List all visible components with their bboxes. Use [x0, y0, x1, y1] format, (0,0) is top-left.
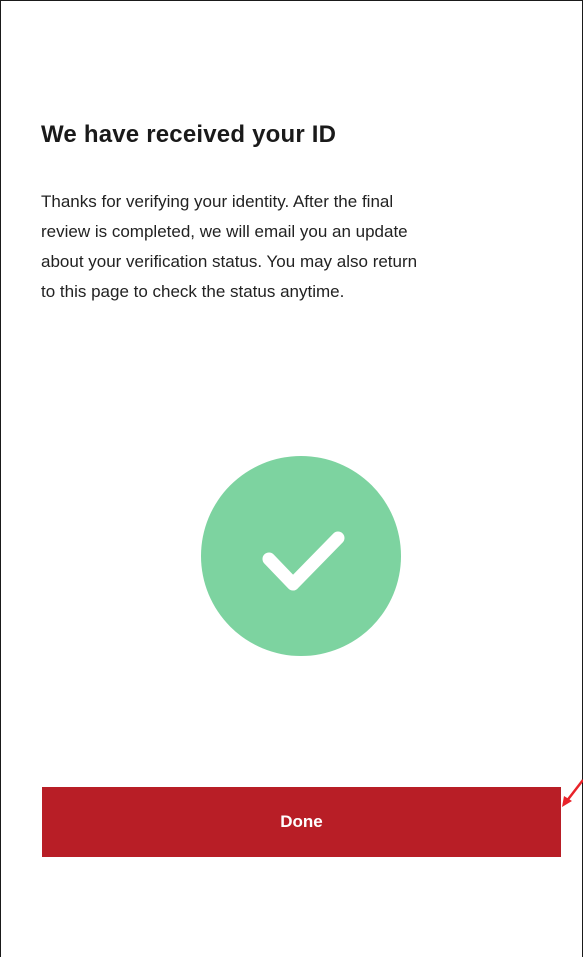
page-title: We have received your ID: [41, 121, 337, 148]
message-line: review is completed, we will email you a…: [41, 222, 408, 241]
verification-panel: We have received your ID Thanks for veri…: [0, 0, 583, 957]
message-line: about your verification status. You may …: [41, 252, 418, 271]
checkmark-icon: [262, 531, 345, 591]
done-button[interactable]: Done: [42, 787, 561, 857]
annotation-arrow-icon: [562, 779, 583, 807]
confirmation-message: Thanks for verifying your identity. Afte…: [41, 187, 551, 307]
success-indicator: [201, 456, 401, 656]
message-line: to this page to check the status anytime…: [41, 282, 345, 301]
message-line: Thanks for verifying your identity. Afte…: [41, 192, 394, 211]
